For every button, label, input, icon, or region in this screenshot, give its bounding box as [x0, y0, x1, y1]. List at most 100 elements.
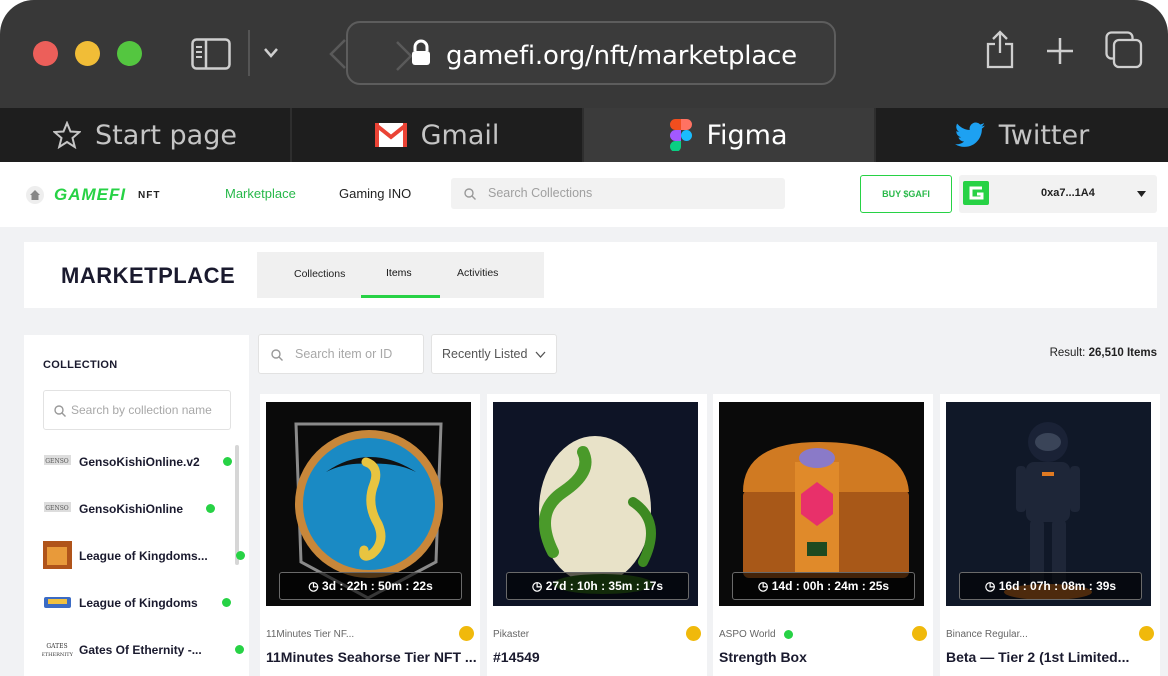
verified-badge-icon	[236, 551, 245, 560]
tab-label: Twitter	[998, 119, 1090, 151]
top-navigation: GAMEFI NFT Marketplace Gaming INO Search…	[0, 162, 1168, 227]
nft-image: ◷ 16d : 07h : 08m : 39s	[946, 402, 1151, 606]
item-search-input[interactable]: Search item or ID	[258, 334, 424, 374]
close-window-button[interactable]	[33, 41, 58, 66]
sort-dropdown[interactable]: Recently Listed	[431, 334, 557, 374]
collection-logo: GENSO	[44, 455, 71, 465]
back-arrow-icon[interactable]	[328, 38, 348, 70]
gamefi-logo[interactable]: GAMEFI	[54, 185, 126, 205]
figma-icon	[670, 119, 693, 151]
logo-suffix: NFT	[138, 190, 161, 201]
search-icon	[464, 188, 476, 200]
gmail-icon	[374, 123, 407, 147]
tab-label: Start page	[95, 119, 237, 151]
buy-gafi-button[interactable]: BUY $GAFI	[860, 175, 952, 213]
browser-tab-start-page[interactable]: Start page	[0, 108, 292, 162]
marketplace-header: MARKETPLACE Collections Items Activities	[24, 242, 1157, 308]
verified-badge-icon	[222, 598, 231, 607]
verified-badge-icon	[223, 457, 232, 466]
clock-icon: ◷	[308, 579, 319, 593]
share-icon[interactable]	[984, 29, 1016, 69]
chevron-down-icon	[535, 351, 546, 358]
collection-logo	[43, 541, 72, 569]
clock-icon: ◷	[984, 579, 996, 593]
nft-card[interactable]: ◷ 14d : 00h : 24m : 25s ASPO World Stren…	[713, 394, 933, 676]
browser-tab-bar: Start page Gmail Figma Twitter	[0, 108, 1168, 162]
clock-icon: ◷	[531, 579, 543, 593]
bnb-coin-icon	[912, 626, 927, 641]
bnb-coin-icon	[459, 626, 474, 641]
nav-marketplace[interactable]: Marketplace	[225, 186, 296, 201]
card-title: #14549	[493, 649, 540, 665]
new-tab-icon[interactable]	[1045, 36, 1075, 66]
sidebar-title: COLLECTION	[43, 359, 118, 371]
wallet-dropdown[interactable]: 0xa7...1A4	[959, 175, 1157, 213]
tab-label: Figma	[706, 119, 788, 151]
tab-items[interactable]: Items	[386, 267, 412, 279]
auction-timer: ◷ 14d : 00h : 24m : 25s	[732, 572, 915, 600]
caret-down-icon	[1137, 191, 1146, 197]
bnb-coin-icon	[1139, 626, 1154, 641]
card-collection: 11Minutes Tier NF...	[266, 629, 355, 640]
result-label: Result:	[1049, 347, 1086, 359]
browser-toolbar: gamefi.org/nft/marketplace	[0, 0, 1168, 108]
verified-badge-icon	[206, 504, 215, 513]
card-collection: Binance Regular...	[946, 629, 1028, 640]
tab-collections[interactable]: Collections	[294, 268, 345, 280]
toolbar-divider	[248, 30, 250, 76]
home-icon[interactable]	[26, 186, 44, 204]
nav-gaming-ino[interactable]: Gaming INO	[339, 186, 411, 201]
star-icon	[53, 121, 81, 149]
collection-search-input[interactable]: Search by collection name	[43, 390, 231, 430]
lock-icon	[412, 39, 430, 65]
collection-item[interactable]: League of Kingdoms	[42, 585, 237, 619]
collection-name: GensoKishiOnline	[79, 502, 184, 516]
address-bar[interactable]: gamefi.org/nft/marketplace	[346, 21, 836, 85]
active-tab-indicator	[361, 295, 440, 298]
sort-value: Recently Listed	[442, 347, 528, 361]
nft-card[interactable]: ◷ 27d : 10h : 35m : 17s Pikaster #14549	[487, 394, 707, 676]
collection-item[interactable]: League of Kingdoms...	[42, 538, 245, 572]
minimize-window-button[interactable]	[75, 41, 100, 66]
card-collection: ASPO World	[719, 629, 776, 640]
auction-timer: ◷ 3d : 22h : 50m : 22s	[279, 572, 462, 600]
browser-tab-twitter[interactable]: Twitter	[876, 108, 1168, 162]
svg-text:GATES: GATES	[46, 643, 67, 650]
url-text: gamefi.org/nft/marketplace	[446, 41, 797, 71]
browser-tab-gmail[interactable]: Gmail	[292, 108, 584, 162]
tab-activities[interactable]: Activities	[457, 267, 498, 279]
timer-text: 27d : 10h : 35m : 17s	[545, 579, 664, 593]
tab-label: Gmail	[420, 119, 500, 151]
collection-logo: GATES ETHERNITY	[42, 643, 73, 658]
browser-tab-figma[interactable]: Figma	[584, 108, 876, 162]
nft-card[interactable]: ◷ 16d : 07h : 08m : 39s Binance Regular.…	[940, 394, 1160, 676]
timer-text: 3d : 22h : 50m : 22s	[322, 579, 433, 593]
svg-text:GENSO: GENSO	[45, 505, 69, 512]
card-title: 11Minutes Seahorse Tier NFT ...	[266, 649, 477, 665]
search-placeholder: Search by collection name	[71, 403, 212, 417]
result-count: Result: 26,510 Items	[1050, 347, 1157, 359]
nft-card[interactable]: ◷ 3d : 22h : 50m : 22s 11Minutes Tier NF…	[260, 394, 480, 676]
gamefi-app: GAMEFI NFT Marketplace Gaming INO Search…	[0, 162, 1168, 676]
bnb-coin-icon	[686, 626, 701, 641]
result-value: 26,510 Items	[1088, 347, 1157, 359]
collection-item[interactable]: GATES ETHERNITY Gates Of Ethernity -...	[42, 632, 244, 666]
search-placeholder: Search Collections	[488, 186, 593, 200]
collection-item[interactable]: GENSO GensoKishiOnline	[42, 491, 237, 525]
search-placeholder: Search item or ID	[295, 347, 393, 361]
collection-name: GensoKishiOnline.v2	[79, 455, 200, 469]
tab-overview-icon[interactable]	[1105, 31, 1143, 69]
auction-timer: ◷ 16d : 07h : 08m : 39s	[959, 572, 1142, 600]
nft-image: ◷ 14d : 00h : 24m : 25s	[719, 402, 924, 606]
sidebar-toggle-icon[interactable]	[191, 38, 231, 70]
nft-image: ◷ 27d : 10h : 35m : 17s	[493, 402, 698, 606]
wallet-avatar-icon	[963, 181, 989, 205]
maximize-window-button[interactable]	[117, 41, 142, 66]
card-title: Strength Box	[719, 649, 807, 665]
search-icon	[271, 349, 283, 361]
page-title: MARKETPLACE	[61, 263, 236, 288]
verified-badge-icon	[784, 630, 793, 639]
collection-item[interactable]: GENSO GensoKishiOnline.v2	[42, 444, 237, 478]
chevron-down-icon[interactable]	[263, 47, 279, 59]
search-collections-input[interactable]: Search Collections	[451, 178, 785, 209]
